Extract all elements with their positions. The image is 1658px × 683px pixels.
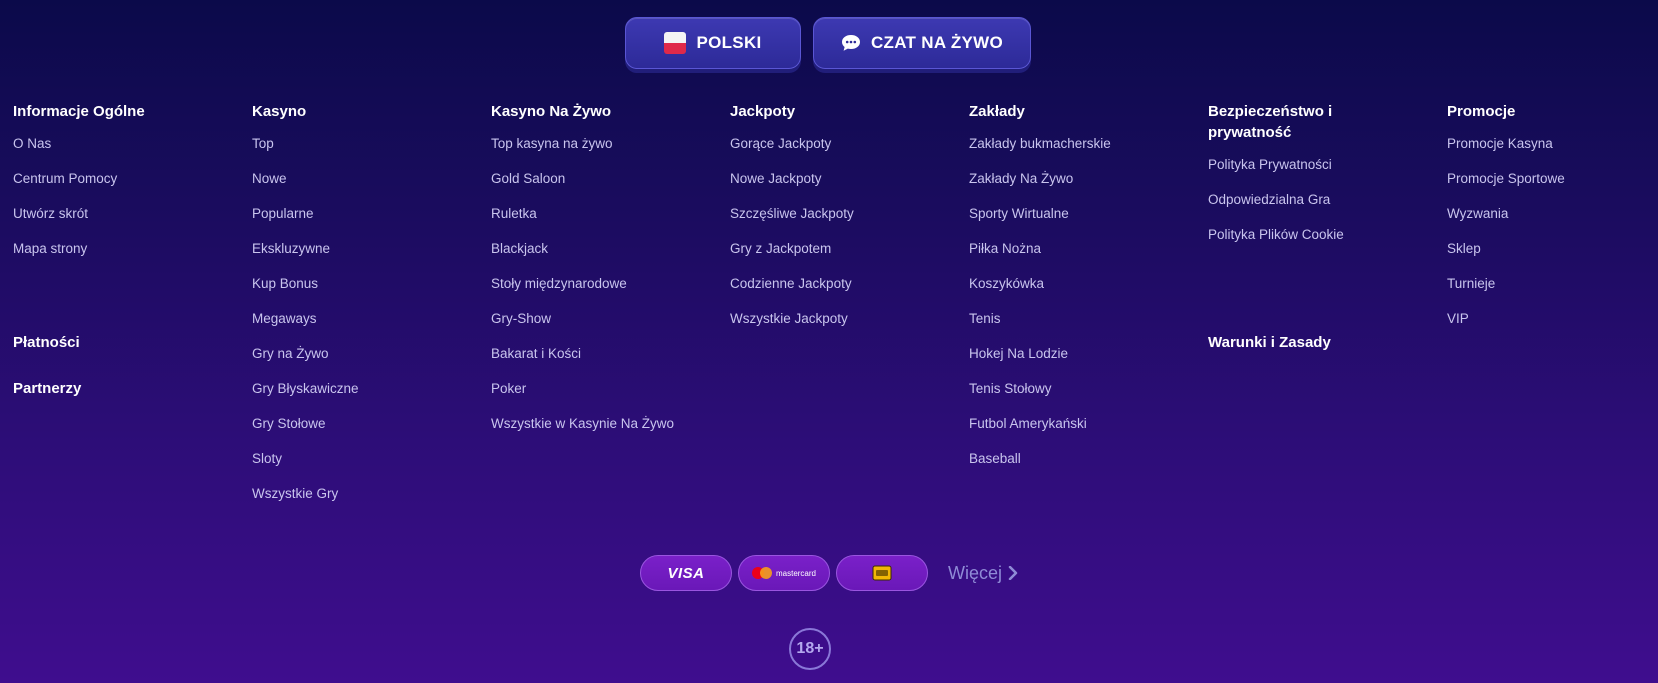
- footer-link[interactable]: Poker: [491, 381, 526, 396]
- footer-link[interactable]: Centrum Pomocy: [13, 171, 117, 186]
- terms-title[interactable]: Warunki i Zasady: [1208, 334, 1331, 351]
- footer-link[interactable]: Wszystkie Gry: [252, 486, 338, 501]
- footer-link[interactable]: Wszystkie Jackpoty: [730, 311, 848, 326]
- footer-link[interactable]: Promocje Kasyna: [1447, 136, 1553, 151]
- mastercard-circles-icon: [751, 567, 772, 579]
- footer-link[interactable]: Megaways: [252, 311, 317, 326]
- footer-link[interactable]: Tenis Stołowy: [969, 381, 1052, 396]
- age-restriction-badge: 18+: [789, 628, 831, 670]
- footer-link[interactable]: Zakłady bukmacherskie: [969, 136, 1111, 151]
- column-links: Gorące Jackpoty Nowe Jackpoty Szczęśliwe…: [730, 135, 950, 345]
- footer-link[interactable]: Hokej Na Lodzie: [969, 346, 1068, 361]
- footer-link[interactable]: Ekskluzywne: [252, 241, 330, 256]
- payment-methods: VISA mastercard Więcej: [640, 555, 1018, 591]
- footer-link[interactable]: Gry na Żywo: [252, 346, 329, 361]
- mastercard-logo: mastercard: [751, 567, 816, 579]
- visa-logo: VISA: [667, 564, 705, 582]
- footer-link[interactable]: Baseball: [969, 451, 1021, 466]
- footer-link[interactable]: Nowe: [252, 171, 287, 186]
- column-title[interactable]: Bezpieczeństwo i prywatność: [1208, 101, 1358, 143]
- footer-link[interactable]: Promocje Sportowe: [1447, 171, 1565, 186]
- footer-link[interactable]: Stoły międzynarodowe: [491, 276, 627, 291]
- footer-link[interactable]: Wszystkie w Kasynie Na Żywo: [491, 416, 674, 431]
- footer-link[interactable]: Gry z Jackpotem: [730, 241, 831, 256]
- footer-link[interactable]: Sklep: [1447, 241, 1481, 256]
- footer-link[interactable]: Tenis: [969, 311, 1001, 326]
- live-chat-label: CZAT NA ŻYWO: [870, 33, 1004, 52]
- mastercard-button[interactable]: mastercard: [738, 555, 830, 591]
- column-links: Polityka Prywatności Odpowiedzialna Gra …: [1208, 156, 1358, 261]
- footer-link[interactable]: Polityka Plików Cookie: [1208, 227, 1344, 242]
- footer-link[interactable]: Odpowiedzialna Gra: [1208, 192, 1330, 207]
- footer-link[interactable]: Koszykówka: [969, 276, 1044, 291]
- footer-link[interactable]: VIP: [1447, 311, 1469, 326]
- wallet-icon: [872, 565, 892, 581]
- partners-title[interactable]: Partnerzy: [13, 380, 81, 397]
- column-links: Promocje Kasyna Promocje Sportowe Wyzwan…: [1447, 135, 1647, 345]
- column-links: Top kasyna na żywo Gold Saloon Ruletka B…: [491, 135, 711, 450]
- footer-link[interactable]: Gry Błyskawiczne: [252, 381, 359, 396]
- wallet-button[interactable]: [836, 555, 928, 591]
- poland-flag-icon: [664, 32, 687, 54]
- payments-title[interactable]: Płatności: [13, 334, 80, 351]
- footer-link[interactable]: Bakarat i Kości: [491, 346, 581, 361]
- column-general-info: Informacje Ogólne O Nas Centrum Pomocy U…: [13, 101, 233, 275]
- footer-link[interactable]: Popularne: [252, 206, 314, 221]
- footer-link[interactable]: Futbol Amerykański: [969, 416, 1087, 431]
- visa-button[interactable]: VISA: [640, 555, 732, 591]
- column-title[interactable]: Jackpoty: [730, 101, 950, 122]
- column-security-privacy: Bezpieczeństwo i prywatność Polityka Pry…: [1208, 101, 1358, 261]
- mastercard-label: mastercard: [775, 568, 816, 578]
- footer-link[interactable]: Turnieje: [1447, 276, 1495, 291]
- more-payments-link[interactable]: Więcej: [948, 563, 1018, 584]
- column-bets: Zakłady Zakłady bukmacherskie Zakłady Na…: [969, 101, 1189, 485]
- language-button[interactable]: POLSKI: [625, 17, 801, 69]
- top-buttons: POLSKI CZAT NA ŻYWO: [0, 17, 1658, 69]
- footer-link[interactable]: Top kasyna na żywo: [491, 136, 613, 151]
- column-links: O Nas Centrum Pomocy Utwórz skrót Mapa s…: [13, 135, 233, 275]
- more-label: Więcej: [948, 562, 1003, 583]
- chat-bubble-icon: [841, 35, 860, 51]
- footer-link[interactable]: Piłka Nożna: [969, 241, 1041, 256]
- footer-link[interactable]: Ruletka: [491, 206, 537, 221]
- column-live-casino: Kasyno Na Żywo Top kasyna na żywo Gold S…: [491, 101, 711, 450]
- chevron-right-icon: [1008, 566, 1018, 580]
- footer-link[interactable]: Codzienne Jackpoty: [730, 276, 852, 291]
- footer-link[interactable]: Szczęśliwe Jackpoty: [730, 206, 854, 221]
- column-title[interactable]: Kasyno Na Żywo: [491, 101, 711, 122]
- footer-link[interactable]: Kup Bonus: [252, 276, 318, 291]
- footer-link[interactable]: Gry Stołowe: [252, 416, 326, 431]
- footer-link[interactable]: Gry-Show: [491, 311, 551, 326]
- footer-link[interactable]: Utwórz skrót: [13, 206, 88, 221]
- column-jackpots: Jackpoty Gorące Jackpoty Nowe Jackpoty S…: [730, 101, 950, 345]
- column-title[interactable]: Promocje: [1447, 101, 1647, 122]
- column-promotions: Promocje Promocje Kasyna Promocje Sporto…: [1447, 101, 1647, 345]
- footer-link[interactable]: Sporty Wirtualne: [969, 206, 1069, 221]
- footer-link[interactable]: O Nas: [13, 136, 51, 151]
- footer-link[interactable]: Blackjack: [491, 241, 548, 256]
- footer-link[interactable]: Polityka Prywatności: [1208, 157, 1332, 172]
- column-title[interactable]: Kasyno: [252, 101, 472, 122]
- column-links: Top Nowe Popularne Ekskluzywne Kup Bonus…: [252, 135, 472, 520]
- footer-link[interactable]: Gorące Jackpoty: [730, 136, 831, 151]
- footer-link[interactable]: Zakłady Na Żywo: [969, 171, 1073, 186]
- footer-link[interactable]: Wyzwania: [1447, 206, 1508, 221]
- footer-link[interactable]: Sloty: [252, 451, 282, 466]
- footer-link[interactable]: Nowe Jackpoty: [730, 171, 822, 186]
- live-chat-button[interactable]: CZAT NA ŻYWO: [813, 17, 1031, 69]
- column-links: Zakłady bukmacherskie Zakłady Na Żywo Sp…: [969, 135, 1189, 485]
- column-casino: Kasyno Top Nowe Popularne Ekskluzywne Ku…: [252, 101, 472, 520]
- footer-link[interactable]: Top: [252, 136, 274, 151]
- column-title[interactable]: Zakłady: [969, 101, 1189, 122]
- footer-link[interactable]: Mapa strony: [13, 241, 87, 256]
- language-label: POLSKI: [696, 33, 762, 52]
- footer-link[interactable]: Gold Saloon: [491, 171, 565, 186]
- column-title[interactable]: Informacje Ogólne: [13, 101, 233, 122]
